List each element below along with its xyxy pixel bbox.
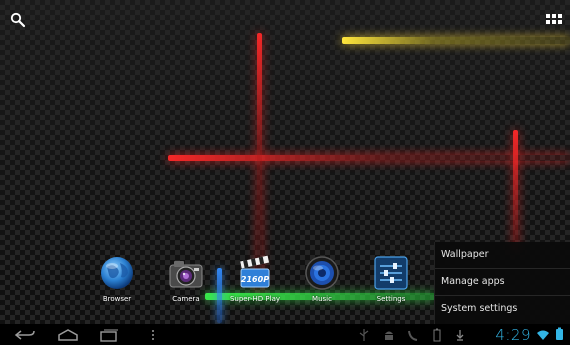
search-icon[interactable] <box>10 12 26 28</box>
menu-item-system-settings[interactable]: System settings <box>435 295 570 322</box>
all-apps-icon[interactable] <box>546 14 562 26</box>
android-icon <box>382 327 396 341</box>
menu-item-wallpaper[interactable]: Wallpaper <box>435 242 570 268</box>
speaker-icon <box>304 255 340 291</box>
wallpaper-red-line-vertical <box>257 33 262 293</box>
dock-item-browser[interactable]: Browser <box>87 255 147 303</box>
wallpaper-red-line-right <box>513 130 518 250</box>
globe-icon <box>99 255 135 291</box>
dock-item-super-hd-play[interactable]: 2160P Super-HD Play <box>225 255 285 303</box>
battery-small-icon <box>432 327 442 342</box>
wallpaper-red-line-horizontal <box>168 155 570 161</box>
phone-icon <box>407 327 419 341</box>
dock-item-music[interactable]: Music <box>292 255 352 303</box>
dock-item-settings[interactable]: Settings <box>361 255 421 303</box>
recent-apps-icon[interactable] <box>98 327 120 342</box>
clapperboard-icon: 2160P <box>237 255 273 291</box>
sliders-icon <box>373 255 409 291</box>
home-screen: Browser Camera 2160P Super-HD Play Music… <box>0 0 570 345</box>
dock-label-camera: Camera <box>172 295 200 303</box>
home-icon[interactable] <box>56 327 80 341</box>
dock-label-music: Music <box>312 295 332 303</box>
system-bar: 4:29 <box>0 324 570 345</box>
status-area[interactable]: 4:29 <box>495 325 564 345</box>
camera-icon <box>168 255 204 291</box>
menu-item-manage-apps[interactable]: Manage apps <box>435 268 570 295</box>
dock-label-super-hd-play: Super-HD Play <box>229 295 281 303</box>
battery-icon <box>555 326 564 345</box>
wifi-icon <box>536 326 550 345</box>
dock-item-camera[interactable]: Camera <box>156 255 216 303</box>
options-menu: Wallpaper Manage apps System settings <box>434 242 570 324</box>
download-icon <box>455 327 465 341</box>
usb-icon <box>358 327 370 341</box>
dock-label-browser: Browser <box>102 295 132 303</box>
wallpaper-yellow-line <box>342 37 570 44</box>
menu-dots-icon[interactable] <box>150 327 156 341</box>
dock-label-settings: Settings <box>376 295 406 303</box>
clock: 4:29 <box>495 326 531 344</box>
back-icon[interactable] <box>14 327 36 341</box>
app-dock: Browser Camera 2160P Super-HD Play Music… <box>95 255 415 305</box>
clapper-label: 2160P <box>241 275 269 284</box>
